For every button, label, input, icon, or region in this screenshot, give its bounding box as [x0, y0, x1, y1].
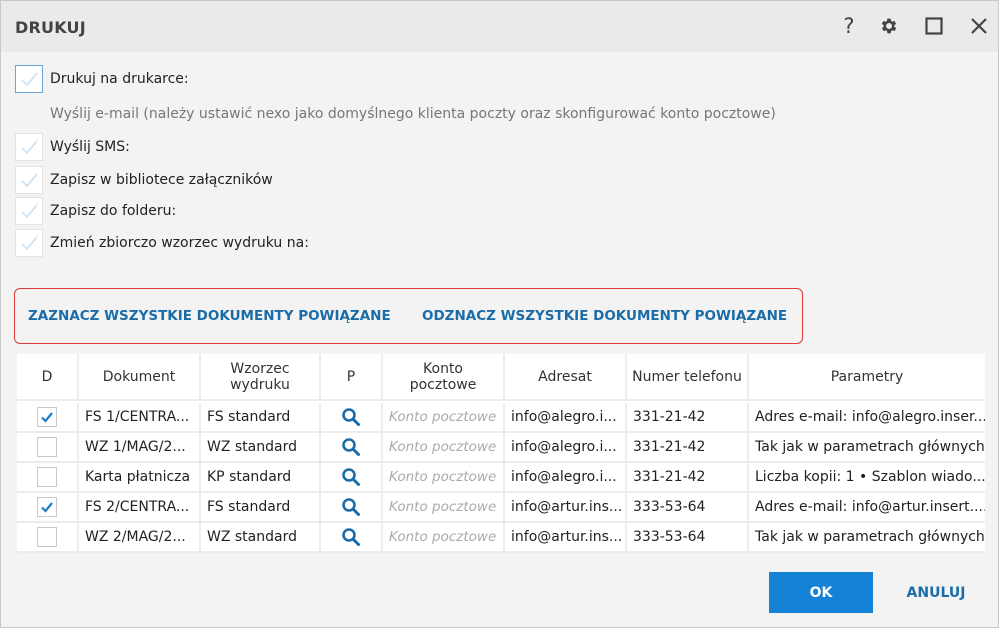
- send-sms-checkbox[interactable]: [15, 133, 43, 161]
- send-sms-label: Wyślij SMS:: [50, 139, 130, 155]
- save-folder-label: Zapisz do folderu:: [50, 203, 177, 219]
- parameters-cell: Adres e-mail: info@artur.insert....: [749, 493, 985, 523]
- checkmark-icon: [41, 502, 53, 513]
- phone-cell: 331-21-42: [627, 433, 749, 463]
- document-cell: FS 1/CENTRA...: [79, 403, 201, 433]
- checkmark-icon: [41, 412, 53, 423]
- parameters-cell: Tak jak w parametrach głównych: [749, 523, 985, 553]
- option-save-folder: Zapisz do folderu:: [15, 197, 176, 225]
- document-cell: WZ 2/MAG/2...: [79, 523, 201, 553]
- template-cell[interactable]: FS standard: [201, 403, 321, 433]
- recipient-cell: info@alegro.i...: [505, 463, 627, 493]
- search-icon[interactable]: [341, 407, 361, 427]
- parameters-cell: Liczba kopii: 1 • Szablon wiado...: [749, 463, 985, 493]
- phone-cell: 333-53-64: [627, 493, 749, 523]
- gear-icon[interactable]: [876, 13, 902, 39]
- dialog-title: DRUKUJ: [15, 18, 86, 37]
- documents-grid: D Dokument Wzorzec wydruku P Konto poczt…: [17, 354, 985, 553]
- column-header-telefon[interactable]: Numer telefonu: [627, 354, 749, 401]
- print-dialog: DRUKUJ ? Drukuj na drukarce: Wyślij e-ma…: [0, 0, 999, 628]
- title-bar: DRUKUJ ?: [1, 1, 998, 52]
- check-icon: [21, 236, 38, 251]
- option-send-email: Wyślij e-mail (należy ustawić nexo jako …: [15, 100, 776, 128]
- document-cell: Karta płatnicza: [79, 463, 201, 493]
- recipient-cell: info@artur.ins...: [505, 493, 627, 523]
- check-icon: [21, 140, 38, 155]
- mail-account-cell[interactable]: Konto pocztowe: [383, 523, 505, 553]
- column-header-adresat[interactable]: Adresat: [505, 354, 627, 401]
- document-cell: WZ 1/MAG/2...: [79, 433, 201, 463]
- search-icon[interactable]: [341, 497, 361, 517]
- template-cell[interactable]: KP standard: [201, 463, 321, 493]
- mail-account-cell[interactable]: Konto pocztowe: [383, 463, 505, 493]
- row-checkbox-cell: [17, 463, 79, 493]
- table-row[interactable]: Karta płatnicza KP standard Konto poczto…: [17, 463, 985, 493]
- table-row[interactable]: FS 1/CENTRA... FS standard Konto pocztow…: [17, 403, 985, 433]
- deselect-all-related-link[interactable]: ODZNACZ WSZYSTKIE DOKUMENTY POWIĄZANE: [422, 308, 787, 324]
- row-checkbox[interactable]: [37, 527, 57, 547]
- mail-account-cell[interactable]: Konto pocztowe: [383, 433, 505, 463]
- column-header-p[interactable]: P: [321, 354, 383, 401]
- save-folder-checkbox[interactable]: [15, 197, 43, 225]
- parameters-cell: Adres e-mail: info@alegro.inser...: [749, 403, 985, 433]
- search-icon[interactable]: [341, 437, 361, 457]
- preview-cell: [321, 433, 383, 463]
- template-cell[interactable]: WZ standard: [201, 523, 321, 553]
- select-all-related-link[interactable]: ZAZNACZ WSZYSTKIE DOKUMENTY POWIĄZANE: [28, 308, 391, 324]
- save-attachments-checkbox[interactable]: [15, 166, 43, 194]
- ok-button[interactable]: OK: [769, 572, 873, 613]
- row-checkbox-cell: [17, 403, 79, 433]
- search-icon[interactable]: [341, 467, 361, 487]
- row-checkbox-cell: [17, 433, 79, 463]
- mail-account-cell[interactable]: Konto pocztowe: [383, 493, 505, 523]
- mail-account-cell[interactable]: Konto pocztowe: [383, 403, 505, 433]
- row-checkbox[interactable]: [37, 497, 57, 517]
- phone-cell: 333-53-64: [627, 523, 749, 553]
- column-header-dokument[interactable]: Dokument: [79, 354, 201, 401]
- table-row[interactable]: WZ 2/MAG/2... WZ standard Konto pocztowe…: [17, 523, 985, 553]
- option-send-sms: Wyślij SMS:: [15, 133, 130, 161]
- column-header-konto[interactable]: Konto pocztowe: [383, 354, 505, 401]
- print-printer-label: Drukuj na drukarce:: [50, 71, 189, 87]
- template-cell[interactable]: WZ standard: [201, 433, 321, 463]
- column-header-d[interactable]: D: [17, 354, 79, 401]
- recipient-cell: info@artur.ins...: [505, 523, 627, 553]
- row-checkbox[interactable]: [37, 437, 57, 457]
- check-icon: [21, 72, 38, 87]
- close-icon[interactable]: [966, 13, 992, 39]
- recipient-cell: info@alegro.i...: [505, 403, 627, 433]
- preview-cell: [321, 403, 383, 433]
- maximize-icon[interactable]: [921, 13, 947, 39]
- check-icon: [21, 204, 38, 219]
- preview-cell: [321, 523, 383, 553]
- change-template-label: Zmień zbiorczo wzorzec wydruku na:: [50, 235, 309, 251]
- preview-cell: [321, 463, 383, 493]
- row-checkbox[interactable]: [37, 407, 57, 427]
- preview-cell: [321, 493, 383, 523]
- row-checkbox[interactable]: [37, 467, 57, 487]
- cancel-button[interactable]: ANULUJ: [894, 572, 978, 613]
- row-checkbox-cell: [17, 493, 79, 523]
- print-printer-checkbox[interactable]: [15, 65, 43, 93]
- phone-cell: 331-21-42: [627, 463, 749, 493]
- save-attachments-label: Zapisz w bibliotece załączników: [50, 172, 273, 188]
- phone-cell: 331-21-42: [627, 403, 749, 433]
- send-email-label: Wyślij e-mail (należy ustawić nexo jako …: [50, 106, 776, 122]
- row-checkbox-cell: [17, 523, 79, 553]
- table-row[interactable]: WZ 1/MAG/2... WZ standard Konto pocztowe…: [17, 433, 985, 463]
- option-change-template: Zmień zbiorczo wzorzec wydruku na:: [15, 229, 309, 257]
- parameters-cell: Tak jak w parametrach głównych: [749, 433, 985, 463]
- search-icon[interactable]: [341, 527, 361, 547]
- change-template-checkbox[interactable]: [15, 229, 43, 257]
- column-header-wzorzec[interactable]: Wzorzec wydruku: [201, 354, 321, 401]
- help-icon[interactable]: ?: [836, 13, 862, 39]
- document-cell: FS 2/CENTRA...: [79, 493, 201, 523]
- template-cell[interactable]: FS standard: [201, 493, 321, 523]
- column-header-parametry[interactable]: Parametry: [749, 354, 985, 401]
- recipient-cell: info@alegro.i...: [505, 433, 627, 463]
- check-icon: [21, 173, 38, 188]
- table-row[interactable]: FS 2/CENTRA... FS standard Konto pocztow…: [17, 493, 985, 523]
- option-save-attachments: Zapisz w bibliotece załączników: [15, 166, 273, 194]
- option-print-printer: Drukuj na drukarce:: [15, 65, 189, 93]
